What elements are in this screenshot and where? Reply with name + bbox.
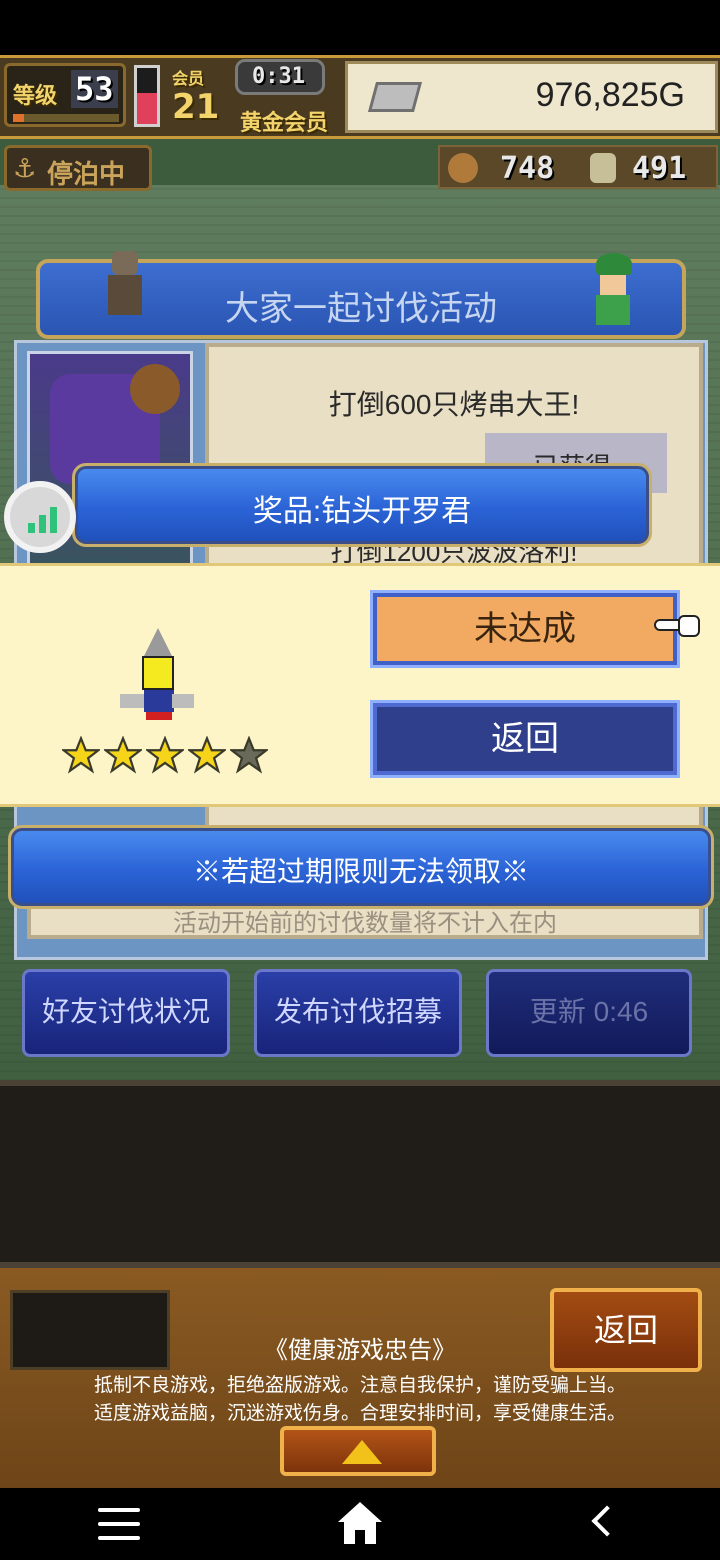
home-icon[interactable] — [338, 1502, 382, 1546]
advice-line-2: 适度游戏益脑，沉迷游戏伤身。合理安排时间，享受健康生活。 — [93, 1403, 626, 1424]
advice-line-1: 抵制不良游戏，拒绝盗版游戏。注意自我保护，谨防受骗上当。 — [93, 1375, 626, 1396]
rank-label: 会员 — [172, 69, 205, 88]
rank-value: 21 — [172, 87, 220, 127]
timer-text: 0:31 — [252, 64, 305, 89]
star-filled-icon — [60, 735, 102, 774]
medal-icon — [590, 153, 616, 183]
silver-ingot-icon — [367, 82, 423, 112]
modal-return-button[interactable]: 返回 — [370, 700, 680, 778]
timer-box: 0:31 — [235, 59, 325, 95]
pointing-hand-icon — [654, 611, 702, 641]
advice-title: 《健康游戏忠告》 — [264, 1337, 456, 1364]
star-filled-icon — [102, 735, 144, 774]
dock-status: ⚓ 停泊中 — [4, 145, 152, 191]
money-value: 976,825G — [535, 76, 685, 114]
event-title-banner: 大家一起讨伐活动 — [36, 251, 686, 339]
resource-b-value: 491 — [632, 151, 687, 186]
dock-status-label: 停泊中 — [47, 160, 126, 190]
floating-assist-button[interactable] — [4, 481, 76, 553]
level-label: 等级 — [13, 84, 58, 109]
rank-panel: 会员 21 — [168, 61, 238, 131]
navigation-bar — [0, 1488, 720, 1560]
drill-kairo-sprite-icon — [116, 628, 200, 728]
menu-icon[interactable] — [98, 1508, 140, 1542]
footer-bar: 返回 《健康游戏忠告》 抵制不良游戏，拒绝盗版游戏。注意自我保护，谨防受骗上当。… — [0, 1268, 720, 1488]
level-panel: 等级 53 — [4, 63, 126, 127]
message-area — [0, 1080, 720, 1268]
game-screen: 等级 53 会员 21 0:31 黄金会员 976,825G ⚓ 停泊中 748… — [0, 55, 720, 1488]
rarity-stars — [60, 734, 282, 778]
money-panel: 976,825G — [345, 61, 718, 133]
expand-up-button[interactable] — [280, 1426, 436, 1476]
friends-hunt-status-button[interactable]: 好友讨伐状况 — [22, 969, 230, 1057]
level-value: 53 — [71, 70, 118, 108]
expiry-notice-text: ※若超过期限则无法领取※ — [192, 856, 529, 887]
up-arrow-icon — [342, 1440, 382, 1464]
star-filled-icon — [144, 735, 186, 774]
knight-sprite-icon — [100, 243, 148, 327]
modal-title: 奖品:钻头开罗君 — [252, 495, 472, 528]
expiry-notice-banner: ※若超过期限则无法领取※ — [8, 825, 714, 909]
refresh-button[interactable]: 更新 0:46 — [486, 969, 692, 1057]
membership-label: 黄金会员 — [240, 111, 329, 136]
stamina-gauge — [134, 65, 160, 127]
exp-bar — [13, 114, 119, 122]
star-empty-icon — [228, 735, 270, 774]
back-icon[interactable] — [588, 1505, 623, 1546]
anchor-icon: ⚓ — [13, 154, 37, 184]
modal-title-banner: 奖品:钻头开罗君 — [72, 463, 652, 547]
resource-bar: 748 491 — [438, 145, 718, 189]
not-achieved-button[interactable]: 未达成 — [370, 590, 680, 668]
orb-icon — [448, 153, 478, 183]
goal-1-text: 打倒600只烤串大王! — [328, 389, 580, 420]
star-filled-icon — [186, 735, 228, 774]
resource-a-value: 748 — [500, 151, 555, 186]
status-bar — [0, 0, 720, 55]
post-recruit-button[interactable]: 发布讨伐招募 — [254, 969, 462, 1057]
signal-bars-icon — [28, 505, 60, 533]
wizard-sprite-icon — [588, 247, 636, 331]
